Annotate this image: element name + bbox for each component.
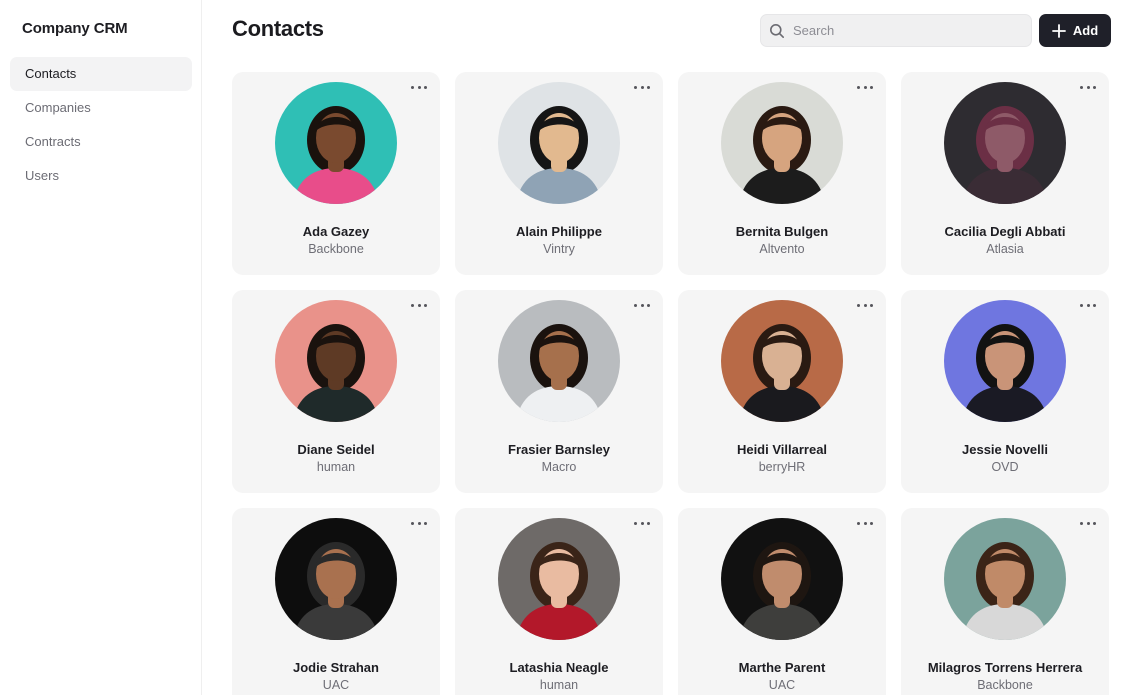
- avatar: [721, 300, 843, 422]
- contact-card[interactable]: Diane Seidel human: [232, 290, 440, 493]
- avatar: [275, 300, 397, 422]
- contact-company: OVD: [991, 460, 1019, 474]
- contact-card[interactable]: Frasier Barnsley Macro: [455, 290, 663, 493]
- contact-card[interactable]: Marthe Parent UAC: [678, 508, 886, 695]
- contact-card[interactable]: Alain Philippe Vintry: [455, 72, 663, 275]
- contact-name: Frasier Barnsley: [508, 442, 610, 457]
- contact-card[interactable]: Cacilia Degli Abbati Atlasia: [901, 72, 1109, 275]
- more-options-icon[interactable]: [857, 81, 873, 93]
- contact-company: Atlasia: [986, 242, 1024, 256]
- contact-card[interactable]: Latashia Neagle human: [455, 508, 663, 695]
- avatar: [721, 518, 843, 640]
- add-button-label: Add: [1072, 23, 1099, 38]
- sidebar-item-companies[interactable]: Companies: [10, 91, 192, 125]
- page-title: Contacts: [232, 16, 324, 41]
- contact-name: Marthe Parent: [738, 660, 826, 675]
- contact-company: UAC: [322, 678, 350, 692]
- contact-company: Altvento: [759, 242, 805, 256]
- avatar: [721, 82, 843, 204]
- contact-company: Backbone: [308, 242, 364, 256]
- contact-name: Cacilia Degli Abbati: [944, 224, 1066, 239]
- contact-name: Diane Seidel: [297, 442, 375, 457]
- more-options-icon[interactable]: [1080, 517, 1096, 529]
- more-options-icon[interactable]: [857, 517, 873, 529]
- more-options-icon[interactable]: [1080, 81, 1096, 93]
- contact-name: Latashia Neagle: [509, 660, 609, 675]
- more-options-icon[interactable]: [857, 299, 873, 311]
- avatar: [275, 518, 397, 640]
- contact-company: Vintry: [543, 242, 575, 256]
- avatar: [944, 300, 1066, 422]
- contact-name: Ada Gazey: [302, 224, 370, 239]
- contact-company: human: [539, 678, 579, 692]
- more-options-icon[interactable]: [1080, 299, 1096, 311]
- avatar: [944, 518, 1066, 640]
- contact-company: berryHR: [758, 460, 806, 474]
- contact-card[interactable]: Bernita Bulgen Altvento: [678, 72, 886, 275]
- contacts-grid: Ada Gazey Backbone Alain Philippe Vintry: [232, 72, 1109, 695]
- sidebar-item-contacts[interactable]: Contacts: [10, 57, 192, 91]
- more-options-icon[interactable]: [634, 299, 650, 311]
- avatar: [498, 300, 620, 422]
- search-icon: [770, 23, 784, 38]
- contact-name: Alain Philippe: [516, 224, 602, 239]
- app-root: Company CRM Contacts Companies Contracts…: [0, 0, 1140, 695]
- sidebar-nav: Contacts Companies Contracts Users: [10, 57, 192, 193]
- contact-name: Jessie Novelli: [962, 442, 1048, 457]
- contact-name: Jodie Strahan: [293, 660, 379, 675]
- contact-company: Backbone: [977, 678, 1033, 692]
- more-options-icon[interactable]: [411, 81, 427, 93]
- sidebar-item-users[interactable]: Users: [10, 159, 192, 193]
- more-options-icon[interactable]: [411, 299, 427, 311]
- add-contact-button[interactable]: Add: [1039, 14, 1111, 47]
- contact-card[interactable]: Jodie Strahan UAC: [232, 508, 440, 695]
- avatar: [944, 82, 1066, 204]
- app-title: Company CRM: [22, 20, 128, 37]
- contact-company: human: [316, 460, 356, 474]
- sidebar: Company CRM Contacts Companies Contracts…: [0, 0, 202, 695]
- contact-card[interactable]: Heidi Villarreal berryHR: [678, 290, 886, 493]
- contact-name: Heidi Villarreal: [736, 442, 828, 457]
- sidebar-item-contracts[interactable]: Contracts: [10, 125, 192, 159]
- more-options-icon[interactable]: [634, 517, 650, 529]
- contact-company: Macro: [541, 460, 577, 474]
- avatar: [275, 82, 397, 204]
- more-options-icon[interactable]: [411, 517, 427, 529]
- search-box[interactable]: [760, 14, 1032, 47]
- contact-name: Bernita Bulgen: [735, 224, 829, 239]
- avatar: [498, 518, 620, 640]
- contact-card[interactable]: Ada Gazey Backbone: [232, 72, 440, 275]
- contact-company: UAC: [768, 678, 796, 692]
- contact-name: Milagros Torrens Herrera: [927, 660, 1083, 675]
- contact-card[interactable]: Milagros Torrens Herrera Backbone: [901, 508, 1109, 695]
- plus-icon: [1051, 23, 1066, 38]
- contact-card[interactable]: Jessie Novelli OVD: [901, 290, 1109, 493]
- search-input[interactable]: [793, 23, 1013, 38]
- more-options-icon[interactable]: [634, 81, 650, 93]
- avatar: [498, 82, 620, 204]
